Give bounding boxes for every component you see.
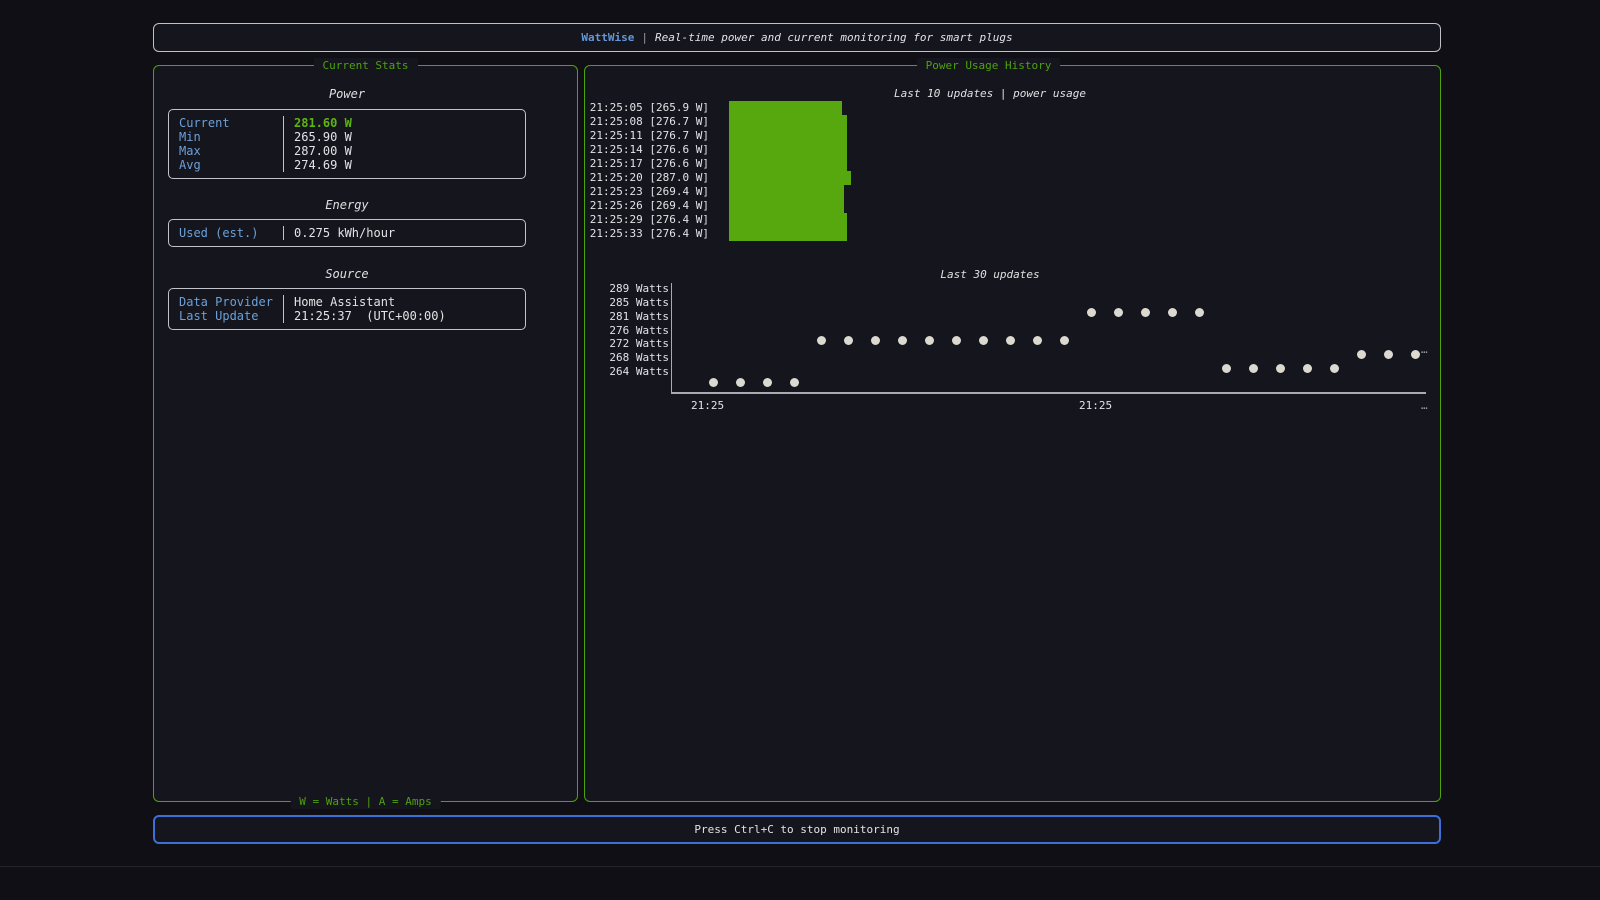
stat-label: Data Provider xyxy=(179,295,273,309)
scatter-point xyxy=(1248,363,1258,373)
scatter-point xyxy=(1275,363,1285,373)
stat-value-last-update: 21:25:37 (UTC+00:00) xyxy=(283,309,525,323)
scatter-point xyxy=(951,336,961,346)
stat-value-data-provider: Home Assistant xyxy=(283,295,525,309)
scatter-y-tick-label: 281 Watts xyxy=(609,309,669,323)
table-row: Avg 274.69 W xyxy=(169,158,525,172)
scatter-point xyxy=(1167,308,1177,318)
energy-stats-table: Used (est.) 0.275 kWh/hour xyxy=(168,219,526,247)
scatter-x-tick-label: 21:25 xyxy=(1079,399,1113,412)
power-section-title: Power xyxy=(328,87,366,101)
scatter-point xyxy=(843,336,853,346)
scatter-point xyxy=(1086,308,1096,318)
scatter-points-truncation-ellipsis: … xyxy=(1421,343,1428,356)
header-bar: WattWise | Real-time power and current m… xyxy=(153,23,1441,52)
scatter-point xyxy=(924,336,934,346)
power-usage-history-panel: Power Usage History Last 10 updates | po… xyxy=(584,58,1441,802)
scatter-point xyxy=(1140,308,1150,318)
stat-value-energy-used: 0.275 kWh/hour xyxy=(283,226,525,240)
stat-value-min-power: 265.90 W xyxy=(283,130,525,144)
source-section-title: Source xyxy=(325,267,369,281)
power-stats-table: Current 281.60 W Min 265.90 W Max 287.00… xyxy=(168,109,526,179)
table-row: Max 287.00 W xyxy=(169,144,525,158)
scatter-point xyxy=(1329,363,1339,373)
stop-monitoring-text: Press Ctrl+C to stop monitoring xyxy=(694,823,900,836)
scatter-y-axis-line xyxy=(671,283,672,393)
stat-label: Current xyxy=(179,116,230,130)
scatter-y-tick-label: 272 Watts xyxy=(609,337,669,351)
scatter-point xyxy=(735,377,745,387)
scatter-point xyxy=(978,336,988,346)
table-row: Used (est.) 0.275 kWh/hour xyxy=(169,226,525,240)
header-subtitle: Real-time power and current monitoring f… xyxy=(654,31,1013,44)
scatter-point xyxy=(816,336,826,346)
stat-value-current-power: 281.60 W xyxy=(283,116,525,130)
scatter-point xyxy=(1410,349,1420,359)
table-row: Last Update 21:25:37 (UTC+00:00) xyxy=(169,309,525,323)
stat-value-max-power: 287.00 W xyxy=(283,144,525,158)
scatter-y-tick-label: 264 Watts xyxy=(609,365,669,379)
current-stats-panel: Current Stats Power Current 281.60 W Min… xyxy=(153,58,578,809)
scatter-point xyxy=(789,377,799,387)
scatter-y-tick-label: 285 Watts xyxy=(609,295,669,309)
scatter-point xyxy=(1005,336,1015,346)
scatter-point xyxy=(870,336,880,346)
scatter-point xyxy=(1221,363,1231,373)
scatter-point xyxy=(1383,349,1393,359)
stat-label: Avg xyxy=(179,158,201,172)
stat-value-avg-power: 274.69 W xyxy=(283,158,525,172)
scatter-point xyxy=(897,336,907,346)
scatter-y-tick-label: 289 Watts xyxy=(609,282,669,295)
scatter-x-axis-line xyxy=(671,392,1426,394)
current-stats-panel-title: Current Stats xyxy=(313,58,418,73)
scatter-point xyxy=(1113,308,1123,318)
scatter-x-tick-label: 21:25 xyxy=(691,399,725,412)
scatter-point xyxy=(1059,336,1069,346)
scatter-point xyxy=(1032,336,1042,346)
scatter-point xyxy=(1302,363,1312,373)
scatter-point xyxy=(1356,349,1366,359)
units-legend: W = Watts | A = Amps xyxy=(290,794,441,809)
scatter-point xyxy=(708,377,718,387)
stat-label: Last Update xyxy=(179,309,259,323)
app-title: WattWise xyxy=(581,31,635,44)
table-row: Current 281.60 W xyxy=(169,116,525,130)
scatter-x-axis-truncation-ellipsis: … xyxy=(1421,399,1428,412)
scatter-point xyxy=(762,377,772,387)
header-separator: | xyxy=(641,31,648,44)
stat-label: Used (est.) xyxy=(179,226,259,240)
energy-section-title: Energy xyxy=(325,198,369,212)
stop-monitoring-bar: Press Ctrl+C to stop monitoring xyxy=(153,815,1441,844)
source-stats-table: Data Provider Home Assistant Last Update… xyxy=(168,288,526,330)
table-row: Data Provider Home Assistant xyxy=(169,295,525,309)
stat-label: Max xyxy=(179,144,201,158)
table-row: Min 265.90 W xyxy=(169,130,525,144)
app-screen: WattWise | Real-time power and current m… xyxy=(0,0,1600,900)
scatter-y-tick-label: 276 Watts xyxy=(609,323,669,337)
scatter-point xyxy=(1194,308,1204,318)
bottom-divider xyxy=(0,866,1600,867)
stat-label: Min xyxy=(179,130,201,144)
scatter-y-tick-label: 268 Watts xyxy=(609,351,669,365)
power-scatter-plot: 289 Watts 285 Watts 281 Watts 276 Watts 272 … xyxy=(585,66,1440,801)
